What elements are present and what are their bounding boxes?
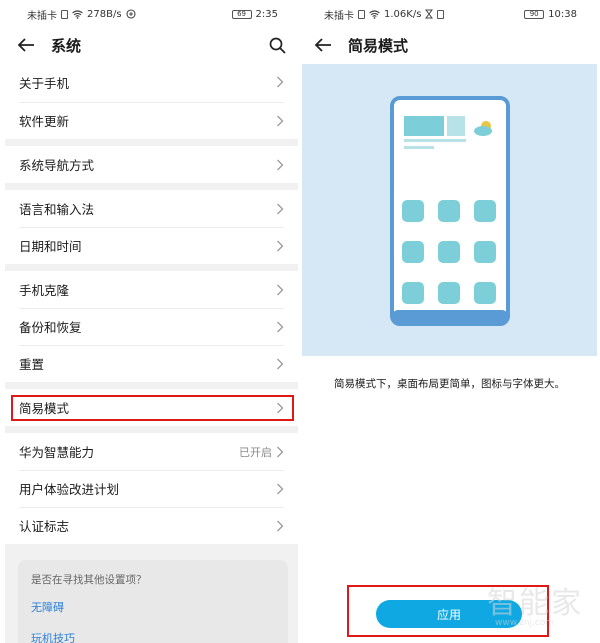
simple-mode-preview — [302, 64, 597, 356]
suggestion-question: 是否在寻找其他设置项？ — [31, 574, 147, 586]
settings-item-certification[interactable]: 认证标志 — [5, 507, 298, 544]
settings-item-user-experience[interactable]: 用户体验改进计划 — [5, 470, 298, 507]
settings-item-label: 软件更新 — [19, 114, 70, 129]
settings-item-label: 系统导航方式 — [19, 158, 95, 173]
notification-icon — [437, 9, 445, 19]
wifi-icon — [72, 9, 83, 19]
settings-item-label: 简易模式 — [19, 401, 70, 416]
carrier-text: 未插卡 — [324, 10, 354, 22]
battery-icon: 90 — [524, 9, 545, 19]
wifi-icon — [369, 9, 380, 19]
carrier-text: 未插卡 — [27, 10, 57, 22]
chevron-right-icon — [277, 159, 284, 170]
settings-item-simple-mode[interactable]: 简易模式 — [5, 389, 298, 426]
settings-group: 系统导航方式 — [5, 146, 298, 183]
page-title: 系统 — [51, 36, 82, 55]
suggestion-link-tips[interactable]: 玩机技巧 — [31, 630, 275, 643]
status-bar: 未插卡 278B/s 69 2:35 — [5, 0, 298, 28]
settings-item-label: 华为智慧能力 — [19, 445, 95, 460]
network-speed: 278B/s — [87, 8, 122, 20]
settings-item-navigation[interactable]: 系统导航方式 — [5, 146, 298, 183]
settings-item-software-update[interactable]: 软件更新 — [5, 102, 298, 139]
clock: 10:38 — [548, 8, 577, 20]
status-value: 已开启 — [239, 445, 272, 459]
settings-item-reset[interactable]: 重置 — [5, 345, 298, 382]
chevron-right-icon — [277, 402, 284, 413]
simple-mode-description: 简易模式下，桌面布局更简单，图标与字体更大。 — [334, 378, 565, 390]
network-speed: 1.06K/s — [384, 8, 422, 20]
chevron-right-icon — [277, 358, 284, 369]
suggestion-card: 是否在寻找其他设置项？ 无障碍 玩机技巧 — [18, 560, 288, 643]
app-bar: 系统 — [5, 28, 298, 62]
chevron-right-icon — [277, 240, 284, 251]
chevron-right-icon — [277, 483, 284, 494]
settings-item-label: 关于手机 — [19, 75, 70, 91]
watermark-text: 智能家 — [487, 586, 583, 621]
back-arrow-icon[interactable] — [17, 38, 35, 52]
chevron-right-icon — [277, 76, 284, 88]
settings-item-phone-clone[interactable]: 手机克隆 — [5, 271, 298, 308]
watermark-logo: 智能家 www.znj.com — [487, 578, 597, 638]
settings-item-label: 备份和恢复 — [19, 320, 82, 335]
settings-item-date-time[interactable]: 日期和时间 — [5, 227, 298, 264]
clock: 2:35 — [255, 8, 278, 20]
settings-item-label: 认证标志 — [19, 519, 70, 534]
sim-icon — [358, 9, 365, 19]
chevron-right-icon — [277, 203, 284, 214]
chevron-right-icon — [277, 115, 284, 126]
chevron-right-icon — [277, 520, 284, 531]
settings-item-huawei-assistant[interactable]: 华为智慧能力 已开启 — [5, 433, 298, 470]
suggestion-link-accessibility[interactable]: 无障碍 — [31, 599, 275, 615]
chevron-right-icon — [277, 321, 284, 332]
phone-illustration — [390, 96, 510, 326]
sim-icon — [61, 9, 68, 19]
simple-mode-screen: 未插卡 1.06K/s 90 10:38 简易模式 简易模式下，桌面布局更简单，… — [302, 0, 597, 643]
status-bar: 未插卡 1.06K/s 90 10:38 — [302, 0, 597, 28]
search-icon[interactable] — [269, 37, 286, 54]
settings-item-backup-restore[interactable]: 备份和恢复 — [5, 308, 298, 345]
settings-item-label: 手机克隆 — [19, 283, 70, 298]
settings-group: 语言和输入法 日期和时间 — [5, 190, 298, 264]
battery-icon: 69 — [231, 9, 252, 19]
settings-group: 华为智慧能力 已开启 用户体验改进计划 认证标志 — [5, 433, 298, 544]
chevron-right-icon — [277, 284, 284, 295]
vpn-icon — [125, 9, 136, 19]
settings-item-label: 重置 — [19, 357, 45, 372]
app-bar: 简易模式 — [302, 28, 597, 62]
chevron-right-icon — [277, 446, 284, 457]
settings-group: 简易模式 — [5, 389, 298, 426]
settings-item-about-phone[interactable]: 关于手机 — [5, 62, 298, 102]
settings-item-label: 用户体验改进计划 — [19, 482, 120, 497]
hourglass-icon — [425, 9, 434, 19]
settings-system-screen: 未插卡 278B/s 69 2:35 系统 关于手机 软件更新 系统导航方式 语… — [5, 0, 298, 643]
settings-item-language[interactable]: 语言和输入法 — [5, 190, 298, 227]
settings-group: 手机克隆 备份和恢复 重置 — [5, 271, 298, 382]
settings-item-label: 语言和输入法 — [19, 202, 95, 217]
settings-group: 关于手机 软件更新 — [5, 62, 298, 139]
page-title: 简易模式 — [348, 36, 409, 55]
back-arrow-icon[interactable] — [314, 38, 332, 52]
settings-item-label: 日期和时间 — [19, 239, 82, 254]
